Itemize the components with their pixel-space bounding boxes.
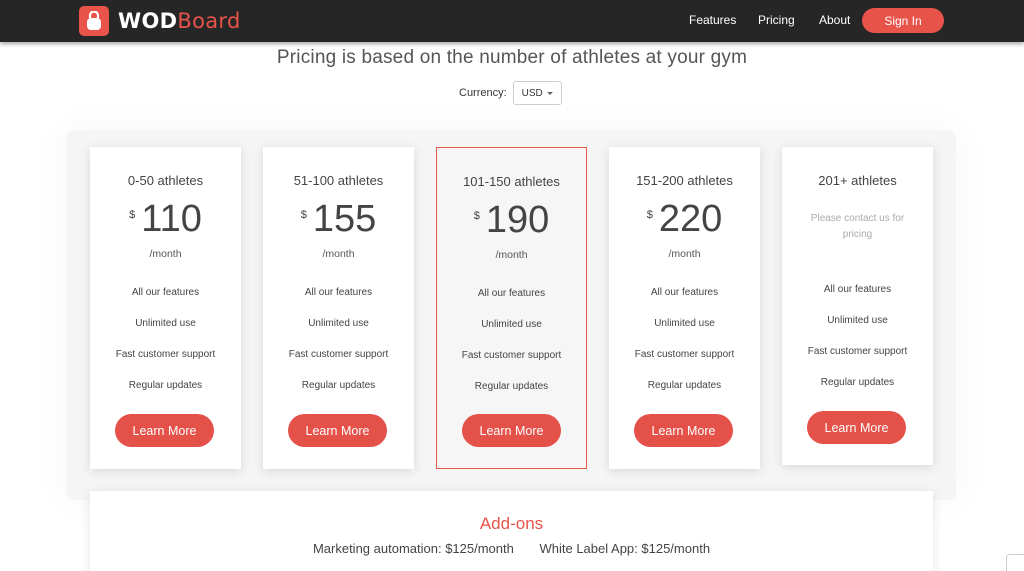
plan-price: $ 220 [609, 199, 760, 239]
currency-symbol: $ [473, 210, 480, 222]
plan-price: $ 155 [263, 199, 414, 239]
plan-feature: All our features [823, 284, 892, 295]
price-amount: 220 [658, 198, 723, 240]
price-amount: 110 [141, 198, 202, 240]
plan-title: 151-200 athletes [636, 173, 733, 188]
addons-panel: Add-ons Marketing automation: $125/month… [90, 491, 933, 571]
sign-in-button[interactable]: Sign In [862, 8, 944, 33]
price-amount: 155 [312, 198, 377, 240]
price-amount: 190 [485, 199, 550, 241]
addon-item: Marketing automation: $125/month [312, 541, 514, 556]
price-period: /month [668, 248, 701, 260]
currency-symbol: $ [129, 209, 136, 221]
plan-feature: Regular updates [474, 381, 549, 392]
plan-card: 0-50 athletes $ 110 /month All our featu… [90, 147, 241, 469]
addons-list: Marketing automation: $125/month White L… [90, 541, 933, 556]
price-period: /month [495, 249, 528, 261]
plan-feature: All our features [304, 287, 373, 298]
plan-feature: All our features [131, 287, 200, 298]
price-period: /month [149, 248, 182, 260]
plan-feature: Fast customer support [461, 350, 562, 361]
plan-feature: Fast customer support [634, 349, 735, 360]
plan-title: 201+ athletes [818, 173, 897, 188]
learn-more-button[interactable]: Learn More [807, 411, 906, 444]
brand-name-board: Board [177, 9, 241, 33]
addon-item: White Label App: $125/month [539, 541, 711, 556]
learn-more-button[interactable]: Learn More [115, 414, 214, 447]
plan-feature: Unlimited use [308, 318, 369, 329]
plan-card: 201+ athletes Please contact us for pric… [782, 147, 933, 465]
plan-feature: Unlimited use [481, 319, 542, 330]
plan-feature: Unlimited use [654, 318, 715, 329]
brand-name-wod: WOD [118, 9, 178, 33]
nav-link-features[interactable]: Features [689, 13, 736, 27]
plan-feature: Fast customer support [115, 349, 216, 360]
plan-feature: Unlimited use [827, 315, 888, 326]
plan-feature: All our features [650, 287, 719, 298]
plan-card: 151-200 athletes $ 220 /month All our fe… [609, 147, 760, 469]
contact-pricing-text: Please contact us for pricing [810, 213, 905, 240]
currency-value: USD [521, 87, 543, 99]
price-period: /month [322, 248, 355, 260]
plan-feature: Fast customer support [288, 349, 389, 360]
addons-title: Add-ons [479, 514, 544, 533]
currency-symbol: $ [300, 209, 307, 221]
plan-feature: Regular updates [820, 377, 895, 388]
plan-title: 0-50 athletes [127, 173, 204, 188]
plan-feature: Regular updates [128, 380, 203, 391]
plan-feature: All our features [477, 288, 546, 299]
plan-feature: Unlimited use [135, 318, 196, 329]
plan-card-featured: 101-150 athletes $ 190 /month All our fe… [436, 147, 587, 469]
kettlebell-icon [79, 6, 109, 36]
plan-title: 51-100 athletes [293, 173, 384, 188]
currency-dropdown[interactable]: USD [512, 81, 562, 105]
plan-price: $ 110 [90, 199, 241, 239]
plan-title: 101-150 athletes [463, 174, 560, 189]
learn-more-button[interactable]: Learn More [462, 414, 561, 447]
brand-name: WODBoard [118, 9, 241, 33]
pricing-headline: Pricing is based on the number of athlet… [276, 47, 748, 68]
plan-feature: Regular updates [647, 380, 722, 391]
plan-feature: Fast customer support [807, 346, 908, 357]
plan-card: 51-100 athletes $ 155 /month All our fea… [263, 147, 414, 469]
learn-more-button[interactable]: Learn More [288, 414, 387, 447]
top-navbar: WODBoard Features Pricing About Sign In [0, 0, 1024, 42]
currency-selector: Currency: USD [459, 81, 562, 105]
plan-feature: Regular updates [301, 380, 376, 391]
learn-more-button[interactable]: Learn More [634, 414, 733, 447]
nav-link-pricing[interactable]: Pricing [758, 13, 795, 27]
currency-label: Currency: [459, 87, 507, 99]
plan-price: $ 190 [437, 200, 586, 240]
brand-logo[interactable]: WODBoard [79, 6, 241, 36]
floating-widget-tab[interactable] [1006, 554, 1024, 571]
nav-link-about[interactable]: About [819, 13, 850, 27]
currency-symbol: $ [646, 209, 653, 221]
caret-down-icon [546, 91, 553, 95]
